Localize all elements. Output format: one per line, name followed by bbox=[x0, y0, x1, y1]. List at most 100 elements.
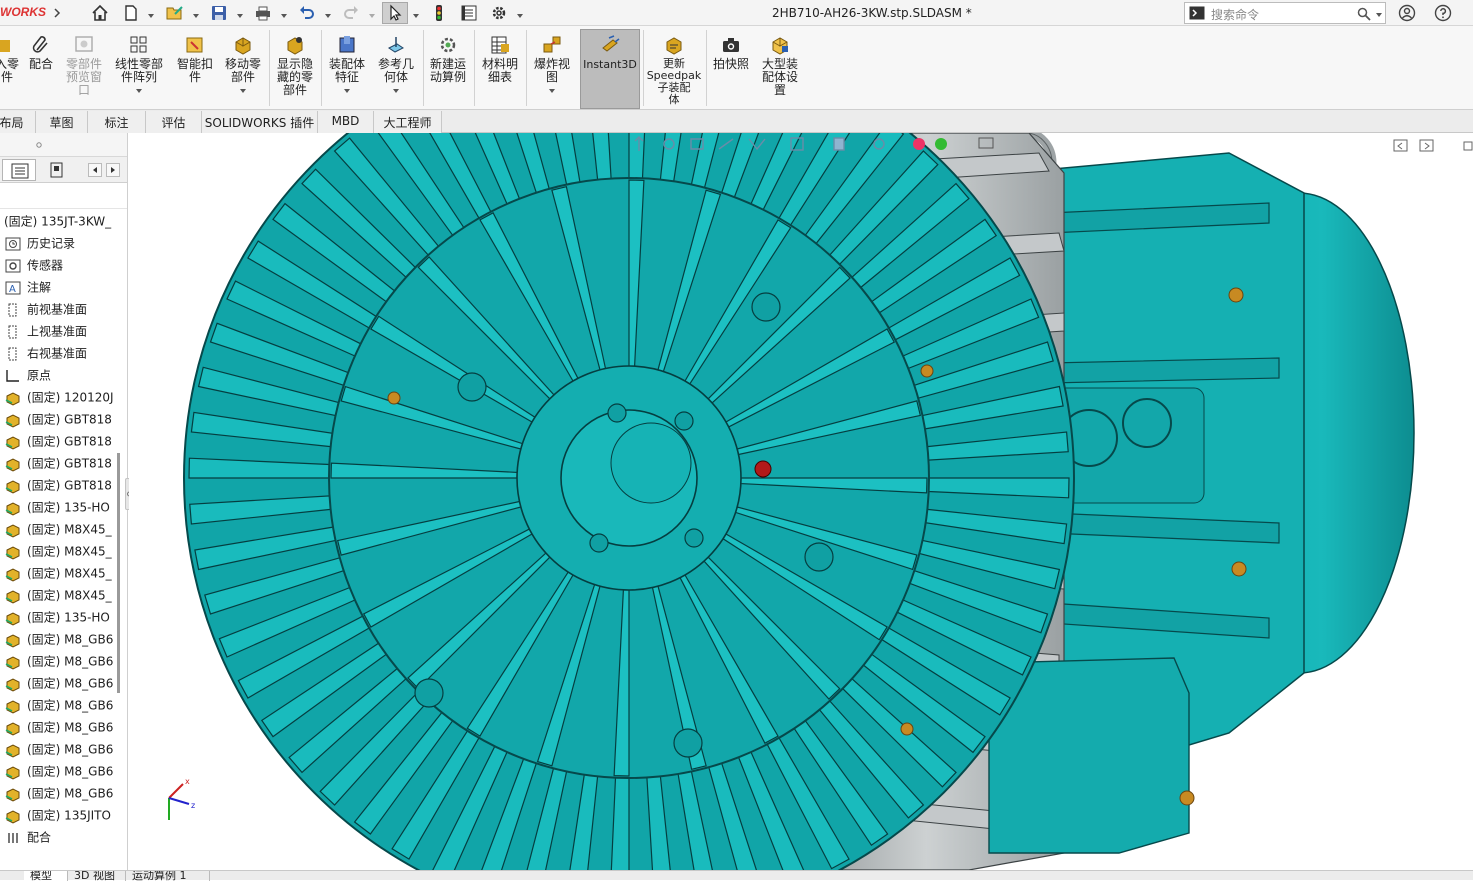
assembly-features-dropdown-icon[interactable] bbox=[343, 88, 351, 94]
tree-item[interactable]: (固定) M8_GB6 bbox=[4, 629, 122, 649]
display-style-icon[interactable] bbox=[833, 137, 845, 151]
tree-item[interactable]: (固定) M8_GB6 bbox=[4, 717, 122, 737]
select-pointer-icon[interactable] bbox=[382, 2, 408, 24]
tree-item[interactable]: (固定) 135-HO bbox=[4, 607, 122, 627]
tab-evaluate[interactable]: 评估 bbox=[146, 111, 202, 133]
tree-item[interactable]: (固定) GBT818 bbox=[4, 431, 122, 451]
move-component-button[interactable]: 移动零 部件 bbox=[221, 30, 265, 97]
tree-item[interactable]: (固定) M8_GB6 bbox=[4, 673, 122, 693]
property-manager-tab[interactable] bbox=[40, 159, 74, 181]
dynamic-annotation-icon[interactable] bbox=[748, 138, 766, 151]
blower-3d-model[interactable]: x z bbox=[129, 133, 1473, 870]
edit-appearance-icon[interactable] bbox=[913, 138, 925, 150]
tree-item[interactable]: (固定) M8_GB6 bbox=[4, 739, 122, 759]
view-settings-icon[interactable] bbox=[978, 137, 994, 149]
undo-dropdown-icon[interactable] bbox=[324, 9, 332, 18]
new-motion-study-button[interactable]: 新建运 动算例 bbox=[426, 30, 470, 84]
insert-component-button[interactable]: 入零 件 bbox=[0, 30, 20, 84]
options-dropdown-icon[interactable] bbox=[516, 9, 524, 18]
user-account-icon[interactable] bbox=[1396, 3, 1418, 23]
mate-button[interactable]: 配合 bbox=[26, 30, 56, 71]
zoom-to-area-icon[interactable] bbox=[663, 138, 675, 150]
component-preview-button[interactable]: 零部件 预览窗 口 bbox=[62, 30, 106, 97]
take-snapshot-button[interactable]: 拍快照 bbox=[709, 30, 753, 71]
exploded-view-dropdown-icon[interactable] bbox=[548, 88, 556, 94]
graphics-viewport[interactable]: x z bbox=[129, 133, 1473, 870]
restore-view-icon[interactable] bbox=[1393, 139, 1409, 153]
open-folder-icon[interactable] bbox=[164, 3, 186, 23]
zoom-to-fit-icon[interactable] bbox=[634, 136, 644, 151]
large-assembly-settings-button[interactable]: 大型装 配体设 置 bbox=[758, 30, 802, 97]
tree-item[interactable]: 上视基准面 bbox=[4, 321, 122, 341]
tree-item[interactable]: 前视基准面 bbox=[4, 299, 122, 319]
tree-item[interactable]: (固定) 120120J bbox=[4, 387, 122, 407]
undo-icon[interactable] bbox=[296, 3, 318, 23]
tree-item[interactable]: 配合 bbox=[4, 827, 122, 847]
tree-item[interactable]: (固定) M8_GB6 bbox=[4, 783, 122, 803]
show-hidden-components-button[interactable]: 显示隐 藏的零 部件 bbox=[273, 30, 317, 97]
tree-item[interactable]: (固定) M8X45_ bbox=[4, 519, 122, 539]
file-properties-icon[interactable] bbox=[458, 3, 480, 23]
exploded-view-button[interactable]: 爆炸视 图 bbox=[530, 30, 574, 97]
redo-icon[interactable] bbox=[340, 3, 362, 23]
search-icon[interactable] bbox=[1357, 7, 1371, 21]
new-dropdown-icon[interactable] bbox=[147, 9, 155, 18]
home-icon[interactable] bbox=[89, 3, 111, 23]
tree-item[interactable]: 历史记录 bbox=[4, 233, 122, 253]
feature-tree-tab[interactable] bbox=[2, 159, 36, 181]
search-dropdown-icon[interactable] bbox=[1375, 11, 1383, 19]
tab-da-gong-cheng-shi[interactable]: 大工程师 bbox=[374, 111, 442, 133]
panel-grip[interactable] bbox=[0, 133, 127, 157]
reference-geometry-button[interactable]: 参考几 何体 bbox=[374, 30, 418, 97]
tree-filter-field[interactable] bbox=[0, 183, 127, 209]
tree-scrollbar[interactable] bbox=[117, 453, 120, 693]
smart-fasteners-button[interactable]: 智能扣 件 bbox=[173, 30, 217, 84]
bill-of-materials-button[interactable]: 材料明 细表 bbox=[478, 30, 522, 84]
print-icon[interactable] bbox=[252, 3, 274, 23]
rebuild-traffic-light-icon[interactable] bbox=[428, 3, 450, 23]
previous-view-icon[interactable] bbox=[690, 138, 704, 150]
tree-item[interactable]: (固定) M8_GB6 bbox=[4, 761, 122, 781]
linear-pattern-dropdown-icon[interactable] bbox=[135, 88, 143, 94]
tree-item[interactable]: (固定) M8_GB6 bbox=[4, 651, 122, 671]
redo-dropdown-icon[interactable] bbox=[368, 9, 376, 18]
tab-solidworks-addins[interactable]: SOLIDWORKS 插件 bbox=[202, 111, 318, 133]
save-dropdown-icon[interactable] bbox=[236, 9, 244, 18]
tree-item[interactable]: 原点 bbox=[4, 365, 122, 385]
scroll-tabs-left-button[interactable] bbox=[88, 163, 102, 177]
new-document-icon[interactable] bbox=[120, 3, 142, 23]
move-component-dropdown-icon[interactable] bbox=[239, 88, 247, 94]
tree-item[interactable]: (固定) GBT818 bbox=[4, 475, 122, 495]
view-orientation-icon[interactable] bbox=[790, 137, 804, 151]
tree-item[interactable]: (固定) M8X45_ bbox=[4, 563, 122, 583]
print-dropdown-icon[interactable] bbox=[280, 9, 288, 18]
tree-item[interactable]: (固定) 135JITO bbox=[4, 805, 122, 825]
tree-item[interactable]: (固定) M8X45_ bbox=[4, 585, 122, 605]
assembly-features-button[interactable]: 装配体 特征 bbox=[325, 30, 369, 97]
hide-show-items-icon[interactable] bbox=[873, 138, 885, 150]
scroll-tabs-right-button[interactable] bbox=[106, 163, 120, 177]
tab-sketch[interactable]: 草图 bbox=[36, 111, 88, 133]
search-commands-field[interactable]: 搜索命令 bbox=[1184, 2, 1386, 24]
help-icon[interactable] bbox=[1432, 3, 1454, 23]
options-gear-icon[interactable] bbox=[488, 3, 510, 23]
update-speedpak-button[interactable]: 更新 Speedpak 子装配 体 bbox=[646, 30, 702, 106]
section-view-icon[interactable] bbox=[718, 138, 734, 150]
close-viewport-icon[interactable] bbox=[1463, 141, 1473, 151]
apply-scene-icon[interactable] bbox=[935, 138, 947, 150]
tree-item[interactable]: (固定) GBT818 bbox=[4, 409, 122, 429]
tree-item[interactable]: 传感器 bbox=[4, 255, 122, 275]
save-icon[interactable] bbox=[208, 3, 230, 23]
tab-mbd[interactable]: MBD bbox=[318, 111, 374, 133]
tree-item[interactable]: 右视基准面 bbox=[4, 343, 122, 363]
reference-geometry-dropdown-icon[interactable] bbox=[392, 88, 400, 94]
open-dropdown-icon[interactable] bbox=[192, 9, 200, 18]
tab-annotation[interactable]: 标注 bbox=[88, 111, 146, 133]
tree-item[interactable]: (固定) M8_GB6 bbox=[4, 695, 122, 715]
instant3d-button[interactable]: Instant3D bbox=[580, 29, 640, 109]
select-dropdown-icon[interactable] bbox=[412, 9, 420, 18]
tree-item[interactable]: (固定) GBT818 bbox=[4, 453, 122, 473]
linear-component-pattern-button[interactable]: 线性零部 件阵列 bbox=[111, 30, 167, 97]
menu-expand-icon[interactable] bbox=[52, 3, 62, 23]
tree-root-assembly[interactable]: (固定) 135JT-3KW_ bbox=[4, 211, 122, 231]
